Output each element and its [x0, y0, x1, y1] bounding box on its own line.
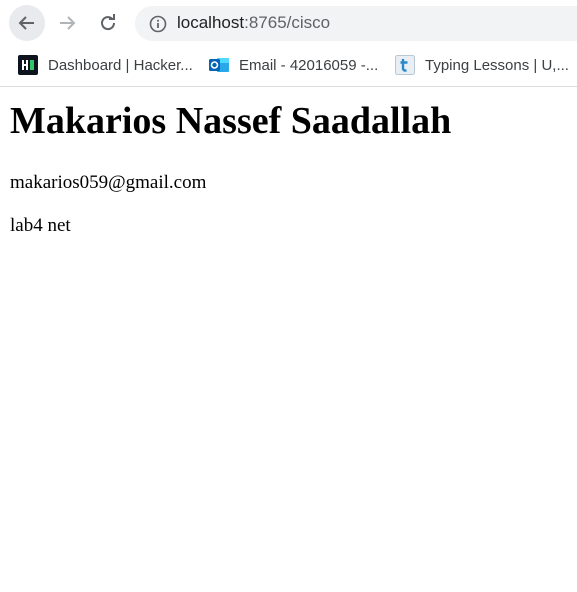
page-content: Makarios Nassef Saadallah makarios059@gm…: [0, 87, 577, 592]
browser-toolbar: localhost:8765/cisco: [0, 0, 577, 46]
back-button[interactable]: [9, 5, 45, 41]
forward-button[interactable]: [49, 5, 85, 41]
bookmark-email[interactable]: Email - 42016059 -...: [209, 54, 378, 76]
hackerrank-icon: [18, 55, 38, 75]
arrow-left-icon: [18, 16, 34, 30]
reload-icon: [101, 14, 116, 31]
email-text: makarios059@gmail.com: [10, 172, 207, 193]
page-heading: Makarios Nassef Saadallah: [10, 100, 452, 142]
bookmark-label: Dashboard | Hacker...: [48, 56, 193, 74]
bookmark-label: Email - 42016059 -...: [239, 56, 379, 74]
bookmark-typing[interactable]: Typing Lessons | U,...: [395, 54, 569, 76]
url-host: localhost: [177, 13, 245, 32]
bookmarks-bar: Dashboard | Hacker... Email - 42016059 -…: [0, 47, 577, 83]
info-icon[interactable]: [149, 15, 167, 33]
typing-icon: [395, 55, 415, 75]
url-path: :8765/cisco: [244, 13, 331, 32]
url-text[interactable]: localhost:8765/cisco: [177, 13, 330, 33]
bookmark-hackerrank[interactable]: Dashboard | Hacker...: [18, 54, 193, 76]
outlook-icon: [209, 58, 229, 72]
browser-chrome: localhost:8765/cisco Dashboard | Hacker.…: [0, 0, 577, 87]
bookmark-label: Typing Lessons | U,...: [425, 56, 569, 74]
lab-note: lab4 net: [10, 215, 71, 236]
address-bar[interactable]: localhost:8765/cisco: [135, 6, 577, 41]
reload-button[interactable]: [90, 5, 126, 41]
arrow-right-icon: [60, 16, 76, 30]
